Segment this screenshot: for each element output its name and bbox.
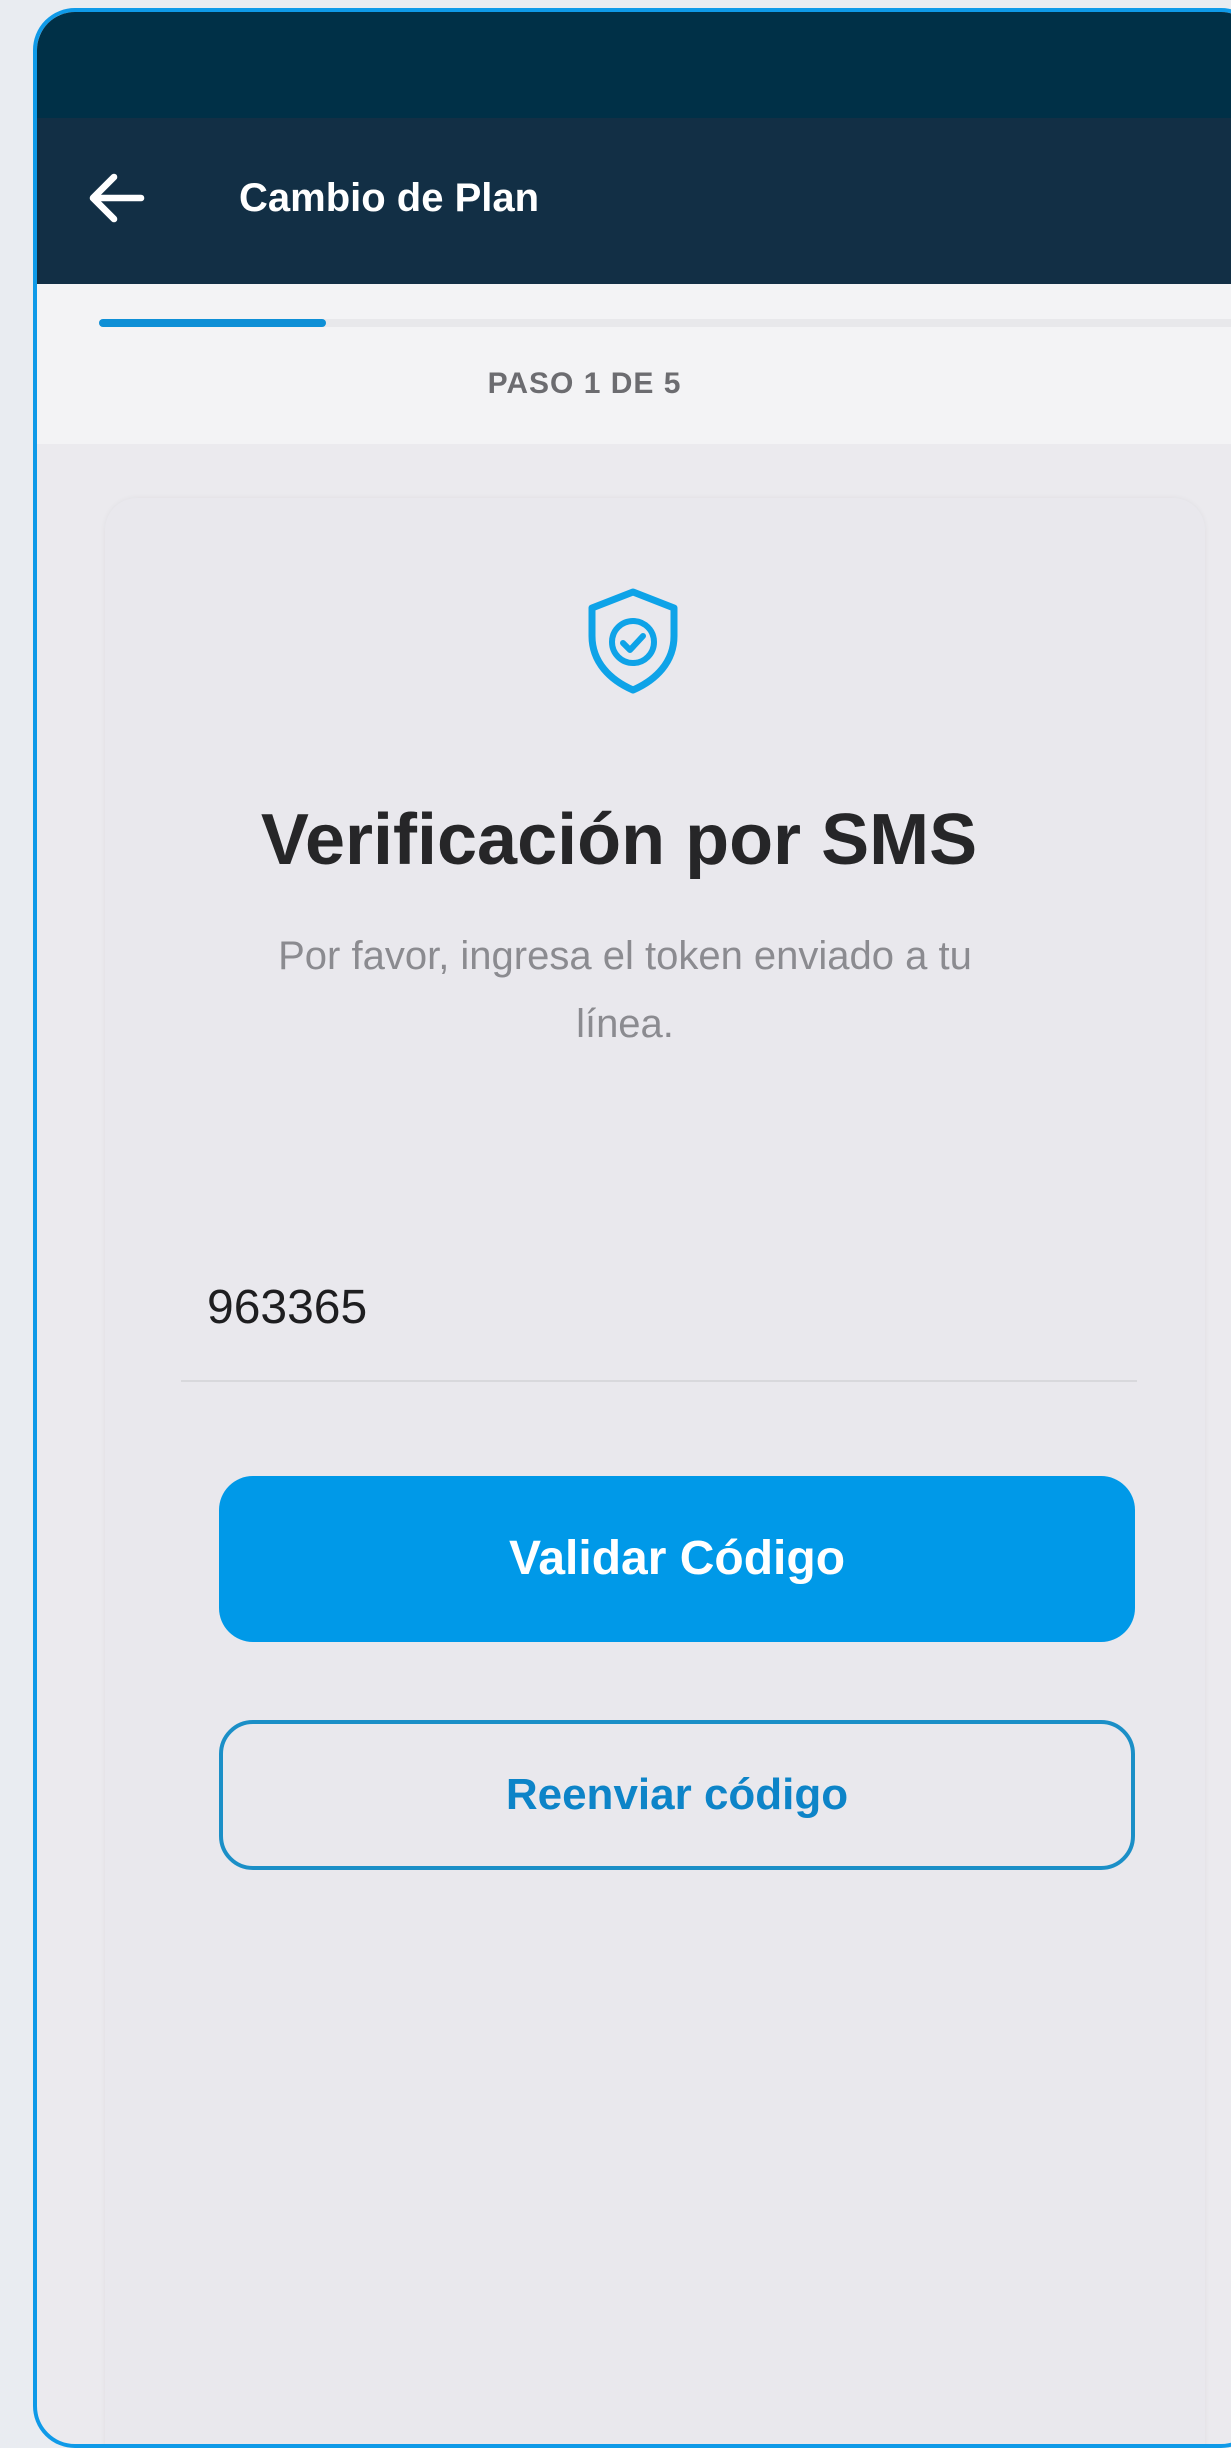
token-input[interactable] [181, 1234, 1137, 1380]
status-bar [37, 12, 1231, 118]
verification-subtitle: Por favor, ingresa el token enviado a tu… [278, 934, 972, 1046]
verification-title: Verificación por SMS [260, 800, 978, 880]
arrow-left-icon [89, 173, 145, 223]
back-button[interactable] [81, 162, 153, 234]
page-title: Cambio de Plan [239, 176, 540, 220]
shield-check-icon [588, 588, 678, 694]
app-bar: Cambio de Plan [37, 118, 1231, 284]
resend-code-button[interactable]: Reenviar código [219, 1720, 1135, 1870]
token-field [181, 1234, 1137, 1382]
step-progress: PASO 1 DE 5 [37, 284, 1231, 444]
validate-code-button[interactable]: Validar Código [219, 1476, 1135, 1642]
step-label: PASO 1 DE 5 [487, 367, 682, 400]
phone-screen: Cambio de Plan PASO 1 DE 5 Verificación … [33, 8, 1231, 2448]
progress-fill [99, 319, 326, 327]
progress-track [99, 319, 1231, 327]
verification-card: Verificación por SMS Por favor, ingresa … [105, 498, 1205, 2444]
